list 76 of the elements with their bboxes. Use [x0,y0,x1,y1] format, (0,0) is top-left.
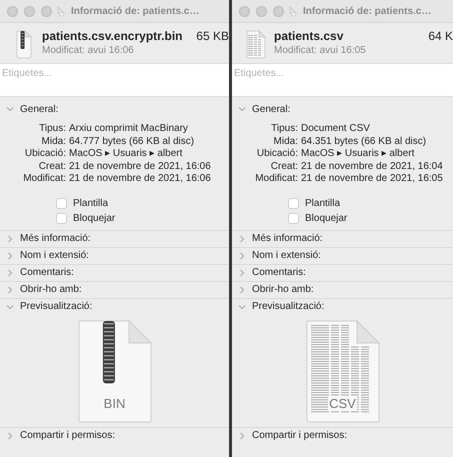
chevron-down-icon[interactable] [238,105,246,113]
info-value: MacOS ▸ Usuaris ▸ albert [69,148,184,160]
info-value: 64.777 bytes (66 KB al disc) [69,136,196,148]
info-label: Tipus: [38,123,66,136]
zip-file-icon [15,29,33,59]
section-header[interactable]: Obrir-ho amb: [252,284,314,295]
file-type-label: CSV [328,396,357,410]
info-value: 21 de novembre de 2021, 16:06 [69,160,212,173]
checkbox[interactable] [56,212,67,224]
section-header[interactable]: Nom i extensió: [20,250,89,261]
info-label: Modificat: [22,173,66,186]
section-header[interactable]: Obrir-ho amb: [20,284,82,295]
info-value: Arxiu comprimit MacBinary [69,123,189,136]
file-size: 65 KB [195,29,229,43]
file-size: 64 K [427,29,453,43]
info-value: 21 de novembre de 2021, 16:04 [301,160,444,173]
zoom-button[interactable] [41,6,52,16]
checkbox-label[interactable]: Plantilla [73,198,108,208]
info-value: 21 de novembre de 2021, 16:06 [69,173,212,186]
checkbox[interactable] [56,198,67,208]
file-name: patients.csv [274,29,344,43]
info-label: Tipus: [270,123,298,136]
info-label: Mida: [272,136,298,148]
window-title: Informació de: patients.c… [71,6,200,16]
close-button[interactable] [239,6,250,16]
chevron-down-icon[interactable] [238,302,246,310]
section-header[interactable]: Previsualització: [252,301,324,312]
section-header[interactable]: Nom i extensió: [252,250,321,261]
window-title: Informació de: patients.c… [303,6,432,16]
chevron-right-icon[interactable] [6,234,14,242]
info-label: Creat: [270,160,298,173]
spreadsheet-document-icon [304,318,380,422]
zip-file-icon [76,318,152,422]
section-header[interactable]: Més informació: [252,233,323,244]
tags-field[interactable]: Etiquetes... [0,63,229,97]
info-value: 64.351 bytes (66 KB al disc) [301,136,428,148]
info-value: Document CSV [301,123,371,136]
section-header[interactable]: General: [252,104,290,114]
chevron-right-icon[interactable] [6,252,14,260]
file-name: patients.csv.encryptr.bin [42,29,182,43]
section-header[interactable]: Més informació: [20,233,91,244]
chevron-right-icon[interactable] [238,252,246,260]
chevron-down-icon[interactable] [6,105,14,113]
info-value: 21 de novembre de 2021, 16:05 [301,173,444,186]
section-header[interactable]: Comentaris: [20,267,74,278]
close-button[interactable] [7,6,18,16]
section-header[interactable]: Compartir i permisos: [20,430,116,441]
checkbox-label[interactable]: Bloquejar [305,212,348,224]
info-label: Modificat: [254,173,298,186]
modified-date: Modificat: avui 16:06 [42,45,135,56]
zoom-button[interactable] [273,6,284,16]
chevron-right-icon[interactable] [238,432,246,440]
chevron-right-icon[interactable] [6,286,14,294]
chevron-right-icon[interactable] [6,432,14,440]
section-header[interactable]: Comentaris: [252,267,306,278]
info-label: Creat: [38,160,66,173]
chevron-right-icon[interactable] [238,286,246,294]
chevron-down-icon[interactable] [6,302,14,310]
minimize-button[interactable] [256,6,267,16]
chevron-right-icon[interactable] [6,268,14,276]
section-header[interactable]: General: [20,104,58,114]
section-header[interactable]: Previsualització: [20,301,92,312]
minimize-button[interactable] [24,6,35,16]
tags-field[interactable]: Etiquetes... [232,63,453,97]
modified-date: Modificat: avui 16:05 [274,45,367,56]
info-value: MacOS ▸ Usuaris ▸ albert [301,148,416,160]
info-label: Mida: [40,136,66,148]
checkbox-label[interactable]: Plantilla [305,198,340,208]
checkbox-label[interactable]: Bloquejar [73,212,116,224]
section-header[interactable]: Compartir i permisos: [252,430,348,441]
checkbox[interactable] [288,212,299,224]
checkbox[interactable] [288,198,299,208]
info-label: Ubicació: [256,148,298,160]
info-label: Ubicació: [24,148,66,160]
chevron-right-icon[interactable] [238,234,246,242]
chevron-right-icon[interactable] [238,268,246,276]
